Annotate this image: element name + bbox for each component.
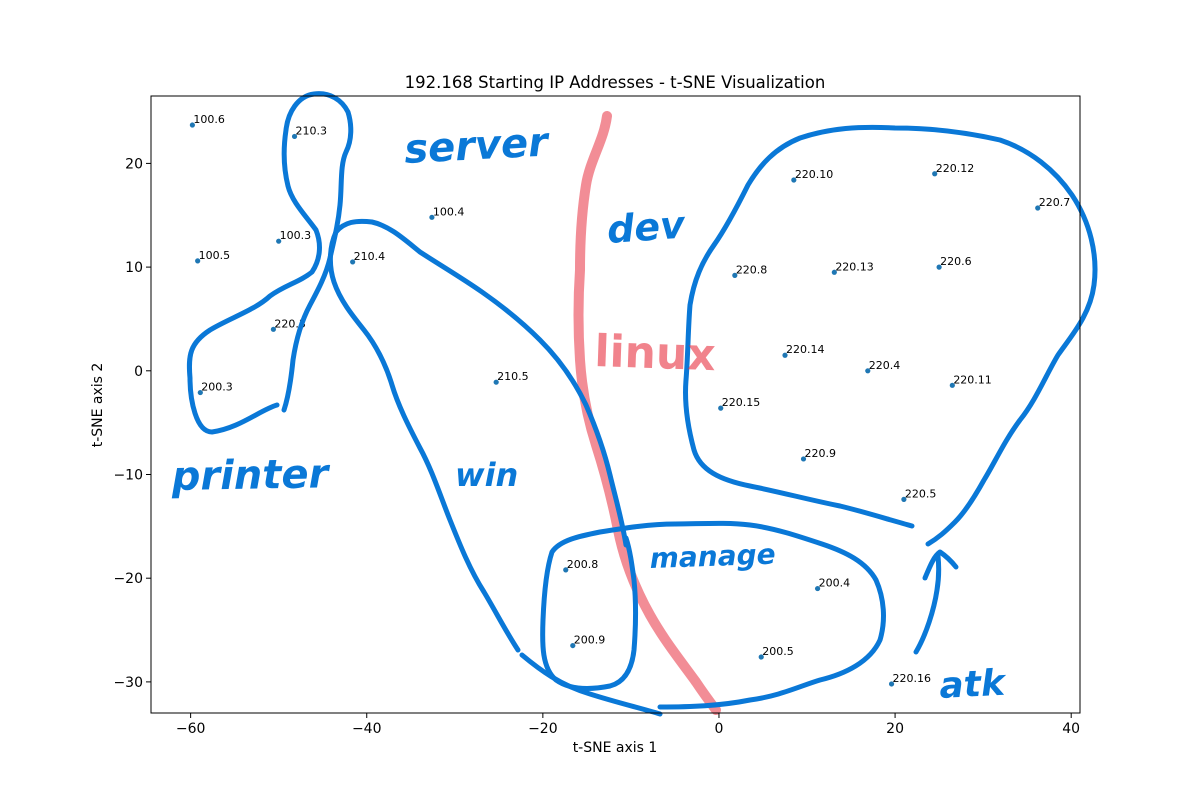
- point-label: 220.5: [905, 487, 937, 500]
- y-tick-label: −10: [113, 467, 143, 483]
- y-tick-label: −20: [113, 571, 143, 587]
- annotation-printer: printer: [170, 451, 331, 500]
- x-tick-label: 0: [715, 721, 724, 737]
- annotation-atk: atk: [938, 663, 1008, 707]
- y-axis-ticks: −30 −20 −10 0 10 20: [113, 156, 151, 691]
- x-tick-label: −40: [352, 721, 382, 737]
- point-label: 100.3: [280, 229, 312, 242]
- points-layer: 100.6210.3100.3100.5100.4210.4220.3200.3…: [189, 113, 1071, 687]
- y-tick-label: 0: [134, 364, 143, 380]
- point-label: 220.13: [835, 260, 874, 273]
- manage-cluster-tail: [519, 652, 663, 717]
- annotation-dev: dev: [606, 203, 688, 252]
- x-tick-label: −60: [176, 721, 206, 737]
- annotation-linux: linux: [594, 326, 717, 381]
- point-label: 220.12: [936, 162, 975, 175]
- point-label: 200.4: [819, 577, 851, 590]
- annotation-server: server: [403, 119, 551, 173]
- point-label: 200.8: [567, 558, 599, 571]
- point-label: 220.10: [795, 168, 834, 181]
- point-label: 220.8: [736, 263, 768, 276]
- point-label: 210.4: [354, 250, 386, 263]
- annotation-layer: [186, 91, 1098, 717]
- annotation-manage: manage: [649, 538, 776, 575]
- y-tick-label: 20: [125, 156, 143, 172]
- point-label: 200.9: [574, 634, 606, 647]
- point-label: 100.4: [433, 205, 465, 218]
- x-tick-label: −20: [528, 721, 558, 737]
- x-tick-label: 20: [886, 721, 904, 737]
- point-label: 220.9: [805, 447, 837, 460]
- chart-title: 192.168 Starting IP Addresses - t-SNE Vi…: [405, 73, 826, 92]
- point-label: 220.4: [869, 359, 901, 372]
- y-tick-label: 10: [125, 260, 143, 276]
- x-axis-label: t-SNE axis 1: [573, 740, 658, 756]
- y-axis-label: t-SNE axis 2: [90, 363, 106, 448]
- point-label: 220.16: [893, 672, 932, 685]
- point-label: 220.7: [1039, 196, 1071, 209]
- point-label: 210.5: [497, 370, 529, 383]
- point-label: 100.5: [199, 249, 231, 262]
- point-label: 220.15: [722, 396, 761, 409]
- point-label: 200.3: [201, 381, 233, 394]
- point-label: 220.6: [940, 255, 972, 268]
- dev-cluster-outline: [683, 124, 1098, 547]
- point-label: 220.11: [953, 373, 992, 386]
- point-label: 220.14: [786, 343, 825, 356]
- point-label: 100.6: [193, 113, 225, 126]
- point-label: 200.5: [762, 645, 794, 658]
- y-tick-label: −30: [113, 675, 143, 691]
- point-label: 210.3: [296, 124, 328, 137]
- tsne-figure: 192.168 Starting IP Addresses - t-SNE Vi…: [90, 73, 1098, 756]
- x-tick-label: 40: [1062, 721, 1080, 737]
- x-axis-ticks: −60 −40 −20 0 20 40: [176, 713, 1080, 737]
- annotation-win: win: [455, 456, 518, 494]
